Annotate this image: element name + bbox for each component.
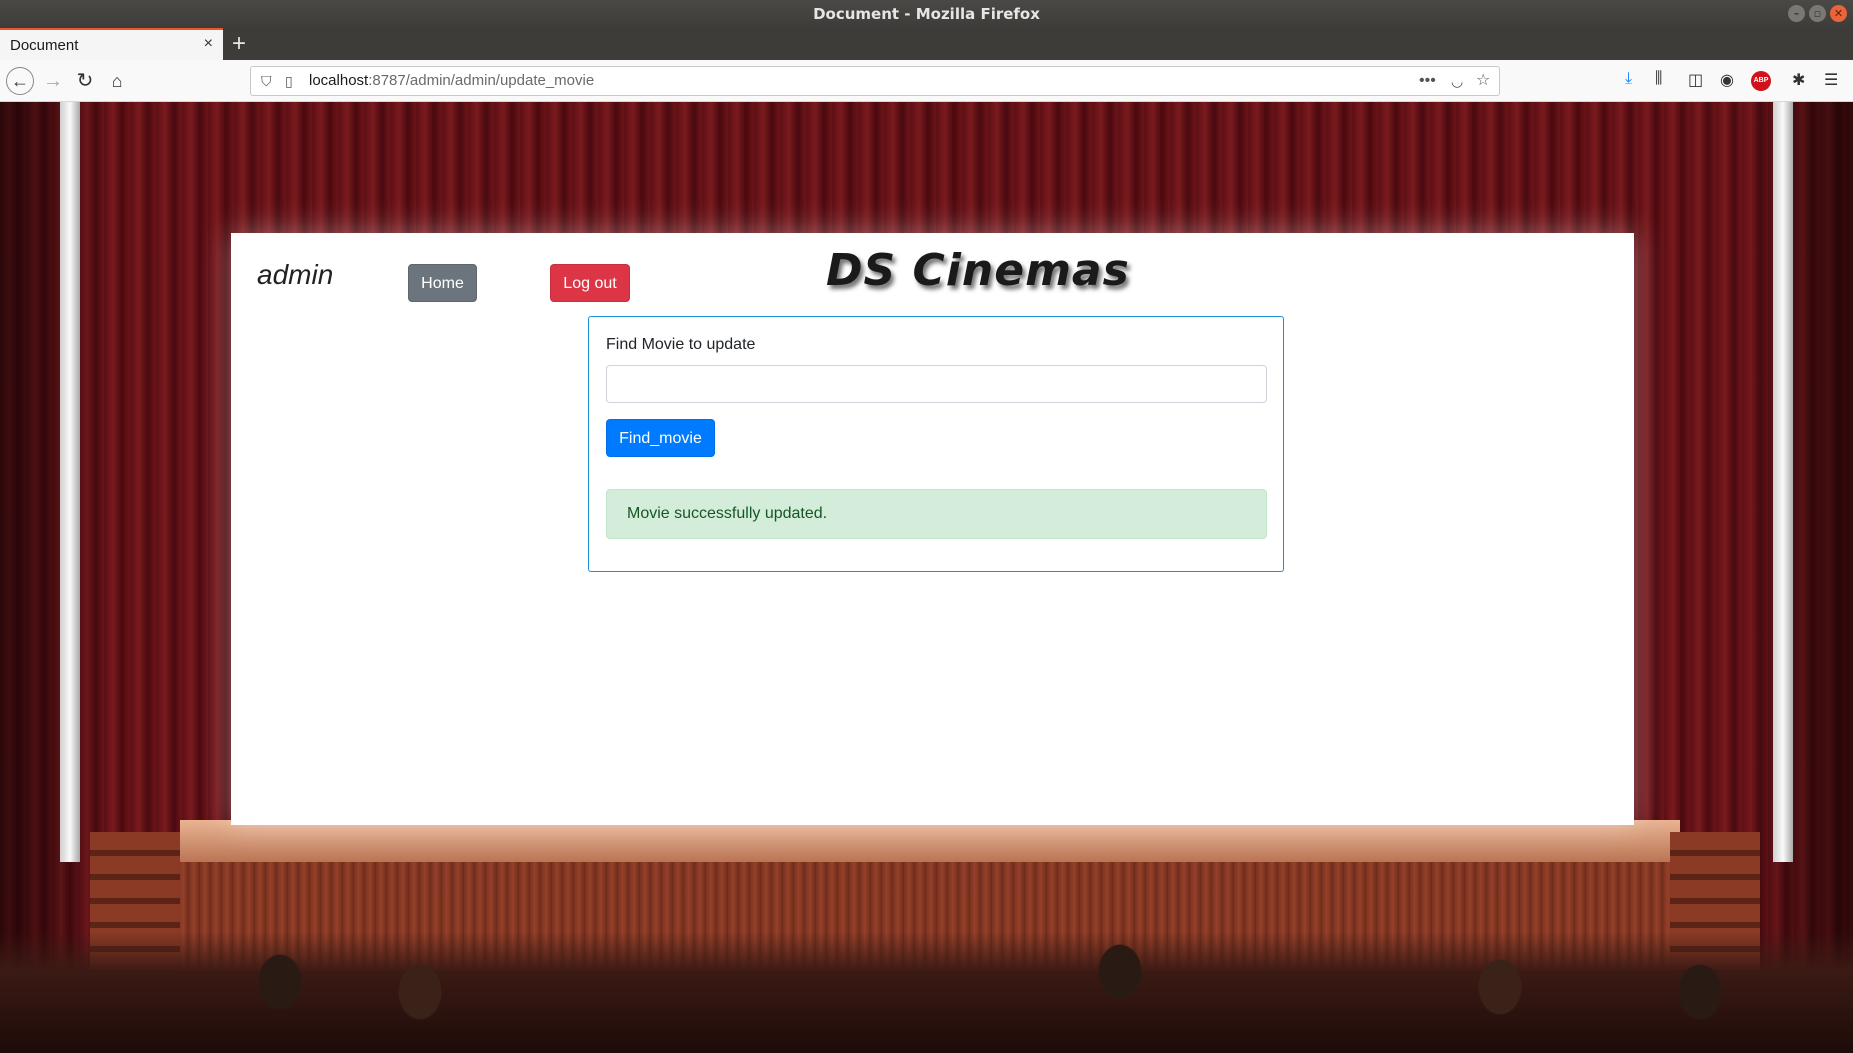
success-alert: Movie successfully updated. [606, 489, 1267, 539]
page-icon: ▯ [285, 73, 293, 89]
home-icon[interactable]: ⌂ [104, 68, 130, 94]
url-path: :8787/admin/admin/update_movie [368, 72, 595, 89]
close-tab-icon[interactable]: × [204, 35, 213, 53]
new-tab-icon[interactable]: + [232, 30, 246, 58]
page-viewport: admin Home Log out DS Cinemas Find Movie… [0, 102, 1853, 1053]
close-window-icon[interactable]: ✕ [1830, 5, 1847, 22]
logout-button[interactable]: Log out [550, 264, 630, 302]
movie-search-input[interactable] [606, 365, 1267, 403]
tab-bar: Document × + [0, 28, 1853, 60]
reload-icon[interactable]: ↻ [72, 68, 98, 94]
find-movie-label: Find Movie to update [606, 336, 756, 353]
menu-icon[interactable]: ☰ [1824, 70, 1838, 90]
forward-icon[interactable]: → [40, 68, 66, 94]
content-screen: admin Home Log out DS Cinemas Find Movie… [231, 233, 1634, 825]
navigation-toolbar: ← → ↻ ⌂ ⛉ ▯ localhost:8787/admin/admin/u… [0, 60, 1853, 102]
url-bar[interactable]: ⛉ ▯ localhost:8787/admin/admin/update_mo… [250, 66, 1500, 96]
find-movie-form: Find Movie to update Find_movie Movie su… [588, 316, 1284, 572]
tab-title: Document [10, 37, 79, 54]
theater-pillar-right [1773, 102, 1793, 862]
extensions-icon[interactable]: ✱ [1792, 70, 1805, 90]
back-icon[interactable]: ← [6, 67, 34, 95]
sidebar-icon[interactable]: ◫ [1688, 70, 1703, 90]
shield-icon[interactable]: ⛉ [261, 67, 272, 95]
bookmark-star-icon[interactable]: ☆ [1476, 67, 1490, 95]
window-title: Document - Mozilla Firefox [813, 5, 1040, 23]
pocket-icon[interactable]: ◡ [1451, 67, 1463, 95]
theater-audience [0, 932, 1853, 1053]
find-movie-button[interactable]: Find_movie [606, 419, 715, 457]
user-label: admin [257, 259, 334, 290]
brand-title: DS Cinemas [826, 245, 1130, 296]
window-titlebar: Document - Mozilla Firefox – ▫ ✕ [0, 0, 1853, 28]
account-icon[interactable]: ◉ [1720, 70, 1734, 90]
minimize-icon[interactable]: – [1788, 5, 1805, 22]
maximize-icon[interactable]: ▫ [1809, 5, 1826, 22]
home-button[interactable]: Home [408, 264, 477, 302]
theater-pillar-left [60, 102, 80, 862]
adblock-icon[interactable]: ABP [1751, 71, 1771, 91]
library-icon[interactable]: ⫼ [1655, 70, 1662, 88]
more-icon[interactable]: ••• [1419, 67, 1436, 95]
window-controls: – ▫ ✕ [1788, 5, 1847, 22]
tab-document[interactable]: Document × [0, 28, 223, 60]
download-icon[interactable]: ⤓ [1625, 70, 1632, 88]
url-host: localhost [309, 72, 369, 89]
